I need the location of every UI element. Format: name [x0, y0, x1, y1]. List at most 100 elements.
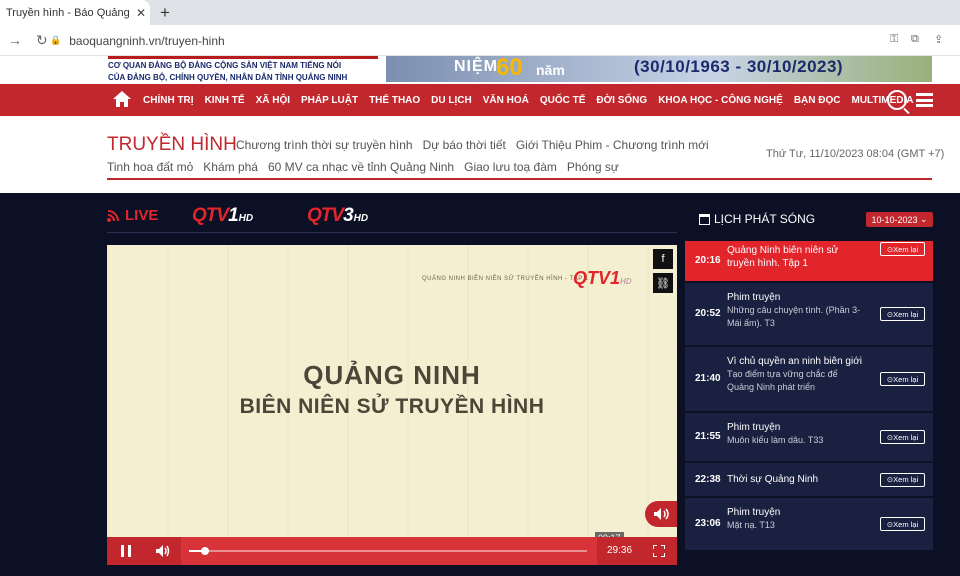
video-player[interactable]: QUẢNG NINH BIÊN NIÊN SỬ TRUYỀN HÌNH - TẬ…: [107, 245, 677, 565]
video-title-line-1: QUẢNG NINH: [303, 360, 481, 390]
schedule-item[interactable]: 20:16 Quảng Ninh biên niên sử truyền hình…: [685, 241, 933, 281]
nav-item[interactable]: CHÍNH TRỊ: [143, 95, 194, 106]
channel-3-name: QTV: [307, 205, 344, 226]
tab-title: Truyền hình - Báo Quảng Ninh đ: [6, 6, 132, 19]
section-divider: [107, 178, 932, 180]
nav-menu: CHÍNH TRỊ KINH TẾ XÃ HỘI PHÁP LUẬT THỂ THAO D…: [143, 84, 925, 116]
subnav-row-1: Chương trình thời sự truyền hình Dự báo t…: [236, 138, 719, 152]
signal-icon: [107, 209, 119, 222]
key-icon[interactable]: ⚿: [890, 33, 898, 46]
nav-item[interactable]: VĂN HOÁ: [483, 95, 529, 106]
current-datetime: Thứ Tư, 11/10/2023 08:04 (GMT +7): [766, 148, 945, 160]
schedule-item[interactable]: 21:40 Vì chủ quyền an ninh biên giới Tạo đ…: [685, 347, 933, 411]
subnav-link[interactable]: Giới Thiệu Phim - Chương trình mới: [516, 138, 709, 152]
schedule-program: Phim truyện Những câu chuyện tình. (Phần …: [727, 291, 867, 330]
nav-item[interactable]: BẠN ĐỌC: [794, 95, 841, 106]
replay-button[interactable]: ⊙ Xem lại: [880, 307, 925, 321]
schedule-item[interactable]: 23:06 Phim truyện Mặt nạ. T13 ⊙ Xem lại: [685, 498, 933, 550]
anniv-unit: năm: [536, 62, 565, 78]
channel-3-hd: HD: [353, 213, 369, 224]
video-logo-hd: HD: [620, 277, 632, 286]
subnav-link[interactable]: Khám phá: [203, 160, 258, 174]
section-title[interactable]: TRUYỀN HÌNH: [107, 134, 237, 156]
schedule-program: Phim truyện Mặt nạ. T13: [727, 506, 867, 532]
banner-org-text: CƠ QUAN ĐẢNG BỘ ĐẢNG CỘNG SẢN VIỆT NAM T…: [108, 56, 378, 84]
facebook-share-icon[interactable]: f: [653, 249, 673, 269]
nav-item[interactable]: QUỐC TẾ: [540, 95, 586, 106]
new-tab-button[interactable]: +: [160, 3, 170, 23]
schedule-time: 21:55: [695, 431, 721, 442]
channel-tab-divider: [107, 232, 677, 233]
program-title: Phim truyện: [727, 422, 781, 433]
replay-label: Xem lại: [893, 309, 919, 319]
schedule-item[interactable]: 21:55 Phim truyện Muôn kiểu làm dâu. T33 ⊙ …: [685, 413, 933, 461]
search-icon[interactable]: [887, 90, 907, 110]
channel-1-name: QTV: [192, 205, 229, 226]
replay-button[interactable]: ⊙ Xem lại: [880, 430, 925, 444]
schedule-date: 10-10-2023: [871, 214, 918, 225]
schedule-item[interactable]: 22:38 Thời sự Quảng Ninh ⊙ Xem lại: [685, 463, 933, 496]
schedule-program: Quảng Ninh biên niên sử truyền hình. Tập…: [727, 244, 867, 270]
nav-item[interactable]: KINH TẾ: [205, 95, 245, 106]
nav-item[interactable]: THỂ THAO: [369, 95, 420, 106]
replay-button[interactable]: ⊙ Xem lại: [880, 372, 925, 386]
schedule-date-select[interactable]: 10-10-2023 ⌄: [866, 212, 933, 227]
nav-item[interactable]: ĐỜI SỐNG: [596, 95, 647, 106]
share-icon[interactable]: ⇪: [934, 33, 943, 46]
close-tab-icon[interactable]: ✕: [136, 6, 146, 20]
back-arrow-icon[interactable]: →: [8, 32, 28, 48]
replay-label: Xem lại: [893, 519, 919, 529]
channel-qtv1-tab[interactable]: QTV1HD: [192, 205, 253, 227]
pause-button[interactable]: [121, 545, 131, 557]
schedule-title: LỊCH PHÁT SÓNG: [699, 212, 815, 226]
replay-button[interactable]: ⊙ Xem lại: [880, 242, 925, 256]
nav-item[interactable]: PHÁP LUẬT: [301, 95, 358, 106]
anniv-number: 60: [496, 56, 523, 81]
subnav-link[interactable]: Giao lưu toạ đàm: [464, 160, 557, 174]
player-controls: 29:36: [107, 537, 677, 565]
subnav-link[interactable]: Phóng sự: [567, 160, 619, 174]
unmute-button[interactable]: [645, 501, 677, 527]
url-bar[interactable]: 🔒 baoquangninh.vn/truyen-hinh: [50, 29, 880, 52]
video-channel-logo: QTV1HD: [573, 268, 632, 289]
subnav-link[interactable]: Chương trình thời sự truyền hình: [236, 138, 413, 152]
schedule-time: 23:06: [695, 518, 721, 529]
channel-qtv3-tab[interactable]: QTV3HD: [307, 205, 368, 227]
progress-handle[interactable]: [200, 547, 209, 555]
schedule-time: 20:52: [695, 308, 721, 319]
lock-icon[interactable]: 🔒: [50, 35, 61, 46]
channel-1-number: 1: [228, 205, 239, 226]
progress-track[interactable]: [189, 550, 587, 552]
fullscreen-icon[interactable]: [653, 545, 665, 557]
subnav-link[interactable]: 60 MV ca nhạc về tỉnh Quảng Ninh: [268, 160, 454, 174]
subnav-row-2: Tinh hoa đất mỏ Khám phá 60 MV ca nhạc về …: [107, 160, 629, 174]
main-nav: CHÍNH TRỊ KINH TẾ XÃ HỘI PHÁP LUẬT THỂ THAO D…: [0, 84, 960, 116]
copy-link-icon[interactable]: ⛓: [653, 273, 673, 293]
duration: 29:36: [607, 545, 633, 556]
nav-item[interactable]: KHOA HỌC - CÔNG NGHỆ: [658, 95, 783, 106]
volume-icon[interactable]: [155, 544, 171, 558]
program-title: Quảng Ninh biên niên sử truyền hình. Tập…: [727, 245, 839, 269]
schedule-time: 20:16: [695, 255, 721, 266]
subnav-link[interactable]: Dự báo thời tiết: [423, 138, 506, 152]
replay-label: Xem lại: [893, 475, 919, 484]
channel-1-hd: HD: [238, 213, 254, 224]
replay-button[interactable]: ⊙ Xem lại: [880, 517, 925, 531]
schedule-item[interactable]: 20:52 Phim truyện Những câu chuyện tình. (…: [685, 283, 933, 345]
browser-tab[interactable]: Truyền hình - Báo Quảng Ninh đ ✕: [0, 0, 150, 25]
program-subtitle: Muôn kiểu làm dâu. T33: [727, 435, 824, 445]
hamburger-menu-icon[interactable]: [916, 93, 933, 107]
anniv-dates: (30/10/1963 - 30/10/2023): [634, 57, 844, 76]
schedule-time: 21:40: [695, 373, 721, 384]
top-banner: CƠ QUAN ĐẢNG BỘ ĐẢNG CỘNG SẢN VIỆT NAM T…: [0, 56, 960, 84]
address-toolbar: → ↻ 🔒 baoquangninh.vn/truyen-hinh ⚿ ⧉ ⇪: [0, 25, 960, 56]
schedule-program: Vì chủ quyền an ninh biên giới Tạo điểm t…: [727, 355, 867, 394]
subnav-link[interactable]: Tinh hoa đất mỏ: [107, 160, 193, 174]
program-title: Vì chủ quyền an ninh biên giới: [727, 356, 862, 367]
nav-item[interactable]: XÃ HỘI: [256, 95, 290, 106]
anniversary-banner[interactable]: NIỆM 60 năm (30/10/1963 - 30/10/2023): [386, 56, 932, 82]
home-icon[interactable]: [112, 89, 132, 109]
translate-icon[interactable]: ⧉: [911, 33, 919, 46]
nav-item[interactable]: DU LỊCH: [431, 95, 472, 106]
replay-button[interactable]: ⊙ Xem lại: [880, 472, 925, 487]
